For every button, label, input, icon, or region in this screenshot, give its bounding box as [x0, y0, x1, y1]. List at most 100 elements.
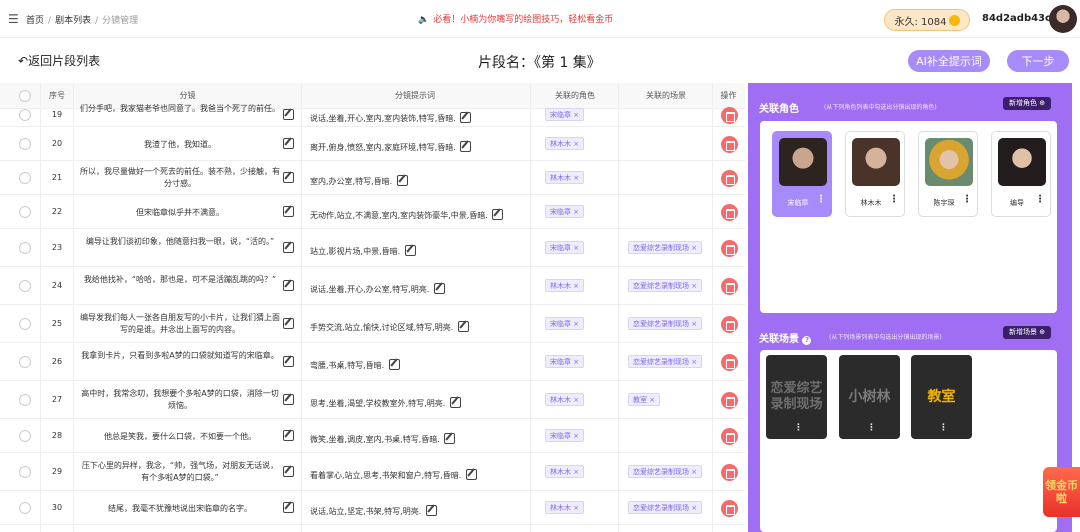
- edit-shot-icon[interactable]: [283, 394, 294, 405]
- avatar[interactable]: [1049, 5, 1077, 33]
- edit-prompt-icon[interactable]: [465, 469, 477, 480]
- delete-row-button[interactable]: [721, 278, 738, 295]
- ai-complete-prompts-button[interactable]: AI补全提示词: [908, 50, 990, 72]
- edit-shot-icon[interactable]: [283, 430, 294, 441]
- edit-prompt-icon[interactable]: [425, 505, 437, 516]
- role-tag[interactable]: 林木木 ×: [545, 279, 585, 292]
- delete-row-button[interactable]: [721, 170, 738, 187]
- select-all-checkbox[interactable]: [19, 90, 31, 102]
- row-checkbox[interactable]: [19, 430, 31, 442]
- scene-card[interactable]: 恋爱综艺录制现场 ⋮: [766, 355, 827, 439]
- edit-shot-icon[interactable]: [283, 466, 294, 477]
- role-tag[interactable]: 林木木 ×: [545, 137, 585, 150]
- row-checkbox[interactable]: [19, 280, 31, 292]
- delete-row-button[interactable]: [721, 500, 738, 517]
- delete-row-button[interactable]: [721, 392, 738, 409]
- scene-tag[interactable]: 恋爱综艺录制现场 ×: [628, 317, 703, 330]
- row-checkbox[interactable]: [19, 394, 31, 406]
- edit-shot-icon[interactable]: [283, 318, 294, 329]
- character-card[interactable]: 陈宇琛 ⋮: [918, 131, 978, 217]
- edit-shot-icon[interactable]: [283, 280, 294, 291]
- add-scene-button[interactable]: 新增场景 ⊕: [1003, 326, 1052, 339]
- role-tag[interactable]: 林木木 ×: [545, 393, 585, 406]
- row-checkbox[interactable]: [19, 318, 31, 330]
- edit-shot-icon[interactable]: [283, 206, 294, 217]
- menu-icon[interactable]: ☰: [8, 12, 19, 26]
- row-checkbox[interactable]: [19, 356, 31, 368]
- claim-coins-badge[interactable]: 领金币啦: [1043, 467, 1080, 517]
- row-checkbox[interactable]: [19, 138, 31, 150]
- scene-tag[interactable]: 恋爱综艺录制现场 ×: [628, 279, 703, 292]
- row-number: 25: [51, 319, 63, 328]
- edit-prompt-icon[interactable]: [457, 321, 469, 332]
- character-card[interactable]: 宋临章 ⋮: [772, 131, 832, 217]
- character-card[interactable]: 编导 ⋮: [991, 131, 1051, 217]
- edit-shot-icon[interactable]: [283, 502, 294, 513]
- role-tag[interactable]: 宋临章 ×: [545, 317, 585, 330]
- row-checkbox[interactable]: [19, 172, 31, 184]
- delete-row-button[interactable]: [721, 316, 738, 333]
- character-card[interactable]: 林木木 ⋮: [845, 131, 905, 217]
- breadcrumb-home[interactable]: 首页: [26, 16, 44, 26]
- edit-prompt-icon[interactable]: [449, 397, 461, 408]
- notice-banner[interactable]: 🔈 必看！小楠为你嘴写的绘图技巧，轻松看金币: [418, 12, 613, 25]
- edit-shot-icon[interactable]: [283, 356, 294, 367]
- more-options-icon[interactable]: ⋮: [1035, 194, 1045, 205]
- scene-tag[interactable]: 恋爱综艺录制现场 ×: [628, 465, 703, 478]
- delete-row-button[interactable]: [721, 136, 738, 153]
- back-to-segment-list-link[interactable]: ↶返回片段列表: [18, 52, 100, 69]
- more-options-icon[interactable]: ⋮: [939, 423, 948, 433]
- delete-row-button[interactable]: [721, 107, 738, 124]
- more-options-icon[interactable]: ⋮: [867, 423, 876, 433]
- scene-tag[interactable]: 恋爱综艺录制现场 ×: [628, 501, 703, 514]
- roles-title: 关联角色: [759, 104, 799, 115]
- edit-prompt-icon[interactable]: [396, 175, 408, 186]
- more-options-icon[interactable]: ⋮: [816, 194, 826, 205]
- delete-row-button[interactable]: [721, 354, 738, 371]
- breadcrumb-script-list[interactable]: 剧本列表: [55, 16, 91, 26]
- scene-tag[interactable]: 恋爱综艺录制现场 ×: [628, 355, 703, 368]
- scene-tag[interactable]: 恋爱综艺录制现场 ×: [628, 241, 703, 254]
- shot-text: 但宋临章似乎并不满意。: [136, 208, 224, 217]
- delete-row-button[interactable]: [721, 204, 738, 221]
- help-icon[interactable]: ?: [802, 336, 812, 345]
- more-options-icon[interactable]: ⋮: [794, 423, 803, 433]
- edit-prompt-icon[interactable]: [433, 283, 445, 294]
- role-tag[interactable]: 宋临章 ×: [545, 241, 585, 254]
- more-options-icon[interactable]: ⋮: [889, 194, 899, 205]
- role-tag[interactable]: 宋临章 ×: [545, 355, 585, 368]
- edit-prompt-icon[interactable]: [460, 112, 472, 123]
- row-checkbox[interactable]: [19, 206, 31, 218]
- scene-tag[interactable]: 教室 ×: [628, 393, 661, 406]
- table-row: 29 压下心里的异样，我念，“帅，强气场，对朋友无话说，有个多啦A梦的口袋。” 看着…: [0, 453, 745, 491]
- role-tag[interactable]: 林木木 ×: [545, 171, 585, 184]
- delete-row-button[interactable]: [721, 464, 738, 481]
- edit-prompt-icon[interactable]: [388, 359, 400, 370]
- delete-row-button[interactable]: [721, 428, 738, 445]
- edit-prompt-icon[interactable]: [404, 245, 416, 256]
- add-role-button[interactable]: 新增角色 ⊕: [1003, 97, 1052, 110]
- next-step-button[interactable]: 下一步: [1007, 50, 1069, 72]
- coin-balance[interactable]: 永久: 1084: [884, 9, 970, 31]
- more-options-icon[interactable]: ⋮: [962, 194, 972, 205]
- edit-prompt-icon[interactable]: [460, 141, 472, 152]
- row-checkbox[interactable]: [19, 242, 31, 254]
- role-tag[interactable]: 林木木 ×: [545, 501, 585, 514]
- role-tag[interactable]: 宋临章 ×: [545, 108, 585, 121]
- edit-shot-icon[interactable]: [283, 109, 294, 120]
- row-checkbox[interactable]: [19, 109, 31, 121]
- edit-prompt-icon[interactable]: [444, 433, 456, 444]
- delete-row-button[interactable]: [721, 240, 738, 257]
- scene-card[interactable]: 小树林 ⋮: [839, 355, 900, 439]
- edit-shot-icon[interactable]: [283, 138, 294, 149]
- row-checkbox[interactable]: [19, 466, 31, 478]
- row-checkbox[interactable]: [19, 502, 31, 514]
- scene-card[interactable]: 教室 ⋮: [911, 355, 972, 439]
- role-tag[interactable]: 林木木 ×: [545, 465, 585, 478]
- role-tag[interactable]: 宋临章 ×: [545, 205, 585, 218]
- role-tag[interactable]: 宋临章 ×: [545, 429, 585, 442]
- edit-prompt-icon[interactable]: [492, 209, 504, 220]
- edit-shot-icon[interactable]: [283, 172, 294, 183]
- table-row: 20 我渣了他，我知道。 离开,俯身,愤怒,室内,家庭环境,特写,昏暗. 林木木 ×: [0, 127, 745, 161]
- edit-shot-icon[interactable]: [283, 242, 294, 253]
